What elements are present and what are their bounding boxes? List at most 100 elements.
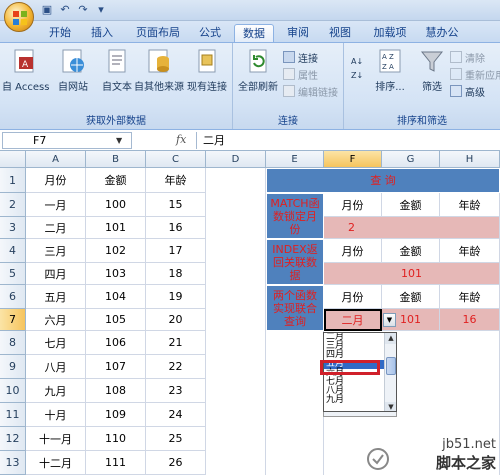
validation-dropdown-button[interactable]: ▼ <box>383 313 396 327</box>
cell-h2[interactable]: 年龄 <box>440 193 500 217</box>
cell-b1[interactable]: 金额 <box>86 168 146 193</box>
col-header-f[interactable]: F <box>324 151 382 168</box>
office-button[interactable] <box>4 2 34 32</box>
sort-az-button[interactable]: A↓ Z↓ <box>350 53 366 83</box>
filter-button[interactable]: 筛选 <box>414 47 450 97</box>
cell-b6[interactable]: 104 <box>86 285 146 309</box>
dropdown-scrollbar[interactable]: ▲ ▼ <box>384 333 396 411</box>
row-header-10[interactable]: 10 <box>0 379 26 403</box>
cell-b10[interactable]: 108 <box>86 379 146 403</box>
cell-c6[interactable]: 19 <box>146 285 206 309</box>
index-result[interactable]: 101 <box>324 263 500 285</box>
col-header-d[interactable]: D <box>206 151 266 168</box>
formula-input[interactable]: 二月 <box>196 132 498 149</box>
row-header-12[interactable]: 12 <box>0 427 26 451</box>
match-result[interactable]: 2 <box>324 217 500 239</box>
cell-c2[interactable]: 15 <box>146 193 206 217</box>
row-header-7[interactable]: 7 <box>0 309 26 331</box>
tab-formulas[interactable]: 公式 <box>194 24 226 42</box>
from-web-button[interactable]: 自网站 <box>50 47 96 97</box>
redo-icon[interactable]: ↷ <box>76 3 90 17</box>
col-header-g[interactable]: G <box>382 151 440 168</box>
scroll-down-icon[interactable]: ▼ <box>385 402 396 411</box>
cell-f2[interactable]: 月份 <box>324 193 382 217</box>
dropdown-resize-grip[interactable] <box>323 412 397 417</box>
cell-a9[interactable]: 八月 <box>26 355 86 379</box>
cell-f6[interactable]: 月份 <box>324 285 382 309</box>
cell-b13[interactable]: 111 <box>86 451 146 475</box>
customize-icon[interactable]: ▾ <box>94 3 108 17</box>
cell-f4[interactable]: 月份 <box>324 239 382 263</box>
tab-view[interactable]: 视图 <box>324 24 356 42</box>
tab-addins[interactable]: 加载项 <box>368 24 412 42</box>
cell-g6[interactable]: 金额 <box>382 285 440 309</box>
cell-c1[interactable]: 年龄 <box>146 168 206 193</box>
cell-c4[interactable]: 17 <box>146 239 206 263</box>
row-header-9[interactable]: 9 <box>0 355 26 379</box>
combo-label[interactable]: 两个函数实现联合查询 <box>266 285 324 331</box>
tab-page-layout[interactable]: 页面布局 <box>130 24 186 42</box>
cell-b5[interactable]: 103 <box>86 263 146 285</box>
cell-c9[interactable]: 22 <box>146 355 206 379</box>
cell-a2[interactable]: 一月 <box>26 193 86 217</box>
match-label[interactable]: MATCH函数锁定月份 <box>266 193 324 239</box>
cell-a6[interactable]: 五月 <box>26 285 86 309</box>
sort-button[interactable]: A ZZ A 排序... <box>366 47 414 97</box>
col-header-h[interactable]: H <box>440 151 500 168</box>
cell-c8[interactable]: 21 <box>146 331 206 355</box>
cell-c11[interactable]: 24 <box>146 403 206 427</box>
query-title[interactable]: 查 询 <box>266 168 500 193</box>
cell-h6[interactable]: 年龄 <box>440 285 500 309</box>
cell-g2[interactable]: 金额 <box>382 193 440 217</box>
cell-a4[interactable]: 三月 <box>26 239 86 263</box>
column-e-lower-cells[interactable] <box>266 309 324 475</box>
save-icon[interactable]: ▣ <box>40 3 54 17</box>
tab-review[interactable]: 审阅 <box>282 24 314 42</box>
cell-g4[interactable]: 金额 <box>382 239 440 263</box>
row-header-8[interactable]: 8 <box>0 331 26 355</box>
tab-insert[interactable]: 插入 <box>86 24 118 42</box>
cell-b4[interactable]: 102 <box>86 239 146 263</box>
row-header-6[interactable]: 6 <box>0 285 26 309</box>
cell-b12[interactable]: 110 <box>86 427 146 451</box>
undo-icon[interactable]: ↶ <box>58 3 72 17</box>
cell-c3[interactable]: 16 <box>146 217 206 239</box>
cell-c5[interactable]: 18 <box>146 263 206 285</box>
column-d-cells[interactable] <box>206 168 266 475</box>
clear-button[interactable]: 清除 <box>450 49 485 65</box>
cell-a13[interactable]: 十二月 <box>26 451 86 475</box>
connections-button[interactable]: 连接 <box>283 49 318 65</box>
edit-links-button[interactable]: 编辑链接 <box>283 83 338 99</box>
row-header-1[interactable]: 1 <box>0 168 26 193</box>
cell-a1[interactable]: 月份 <box>26 168 86 193</box>
cell-a11[interactable]: 十月 <box>26 403 86 427</box>
row-header-2[interactable]: 2 <box>0 193 26 217</box>
combo-month-cell-f7[interactable]: 二月 <box>324 309 382 331</box>
combo-age-cell-h7[interactable]: 16 <box>440 309 500 331</box>
cell-c7[interactable]: 20 <box>146 309 206 331</box>
refresh-all-button[interactable]: 全部刷新 <box>235 47 281 97</box>
reapply-button[interactable]: 重新应用 <box>450 66 500 82</box>
cell-a12[interactable]: 十一月 <box>26 427 86 451</box>
cell-b11[interactable]: 109 <box>86 403 146 427</box>
row-header-11[interactable]: 11 <box>0 403 26 427</box>
scroll-thumb[interactable] <box>386 357 396 375</box>
cell-a3[interactable]: 二月 <box>26 217 86 239</box>
cell-h4[interactable]: 年龄 <box>440 239 500 263</box>
tab-huibangong[interactable]: 慧办公 <box>420 24 464 42</box>
cell-c10[interactable]: 23 <box>146 379 206 403</box>
col-header-e[interactable]: E <box>266 151 324 168</box>
from-access-button[interactable]: A 自 Access <box>2 47 49 97</box>
from-other-sources-button[interactable]: 自其他来源 <box>134 47 184 97</box>
insert-function-icon[interactable]: fx <box>176 133 186 146</box>
name-box-dropdown-icon[interactable]: ▼ <box>116 136 122 145</box>
row-header-3[interactable]: 3 <box>0 217 26 239</box>
advanced-filter-button[interactable]: 高级 <box>450 83 485 99</box>
cell-a10[interactable]: 九月 <box>26 379 86 403</box>
properties-button[interactable]: 属性 <box>283 66 318 82</box>
col-header-c[interactable]: C <box>146 151 206 168</box>
scroll-up-icon[interactable]: ▲ <box>385 333 396 344</box>
cell-a8[interactable]: 七月 <box>26 331 86 355</box>
cell-b2[interactable]: 100 <box>86 193 146 217</box>
existing-connections-button[interactable]: 现有连接 <box>184 47 230 97</box>
